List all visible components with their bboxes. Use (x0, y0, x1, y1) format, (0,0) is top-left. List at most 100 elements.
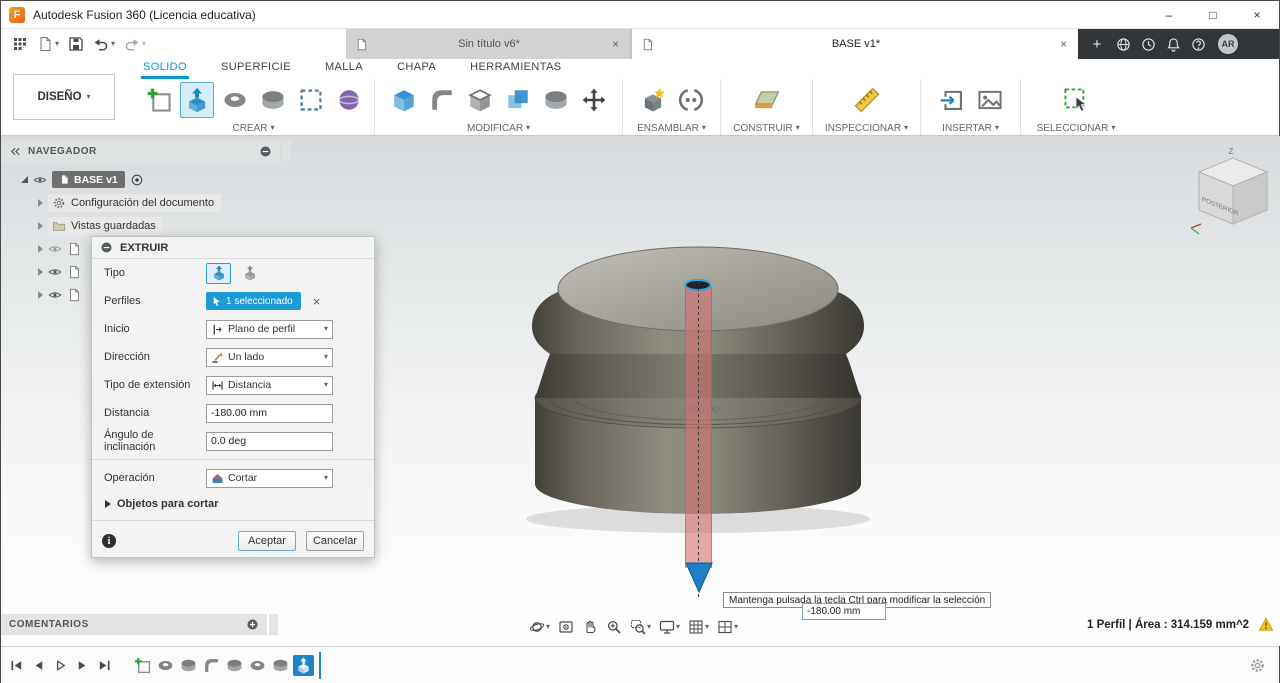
maximize-button[interactable]: □ (1191, 1, 1235, 29)
distance-input[interactable] (206, 403, 333, 423)
warning-icon[interactable] (1258, 617, 1274, 632)
feature-5[interactable] (247, 655, 268, 676)
user-avatar[interactable]: AR (1218, 34, 1238, 54)
notifications-button[interactable] (1166, 37, 1181, 52)
collapsed-caret-icon[interactable] (38, 267, 43, 276)
look-at-button[interactable] (555, 616, 577, 638)
collapsed-caret-icon[interactable] (38, 290, 43, 299)
collapsed-caret-icon[interactable] (38, 244, 43, 253)
sweep-button[interactable] (256, 82, 290, 118)
extrude-drag-arrow[interactable] (685, 562, 713, 594)
step-forward-button[interactable] (73, 656, 92, 675)
tree-row-document-settings[interactable]: Configuración del documento (1, 191, 291, 214)
timeline-settings-button[interactable] (1249, 657, 1266, 674)
group-label-construir[interactable]: CONSTRUIR ▾ (733, 121, 799, 135)
offset-face-button[interactable] (539, 82, 573, 118)
collapse-dialog-icon[interactable] (100, 241, 113, 254)
tree-row-root[interactable]: BASE v1 (1, 168, 291, 191)
tree-row-saved-views[interactable]: Vistas guardadas (1, 214, 291, 237)
expanded-caret-icon[interactable] (21, 176, 28, 183)
minimize-button[interactable]: – (1147, 1, 1191, 29)
doc-tab-sin-titulo[interactable]: Sin título v6* × (346, 29, 631, 59)
construction-plane-button[interactable] (750, 82, 784, 118)
visibility-eye-icon[interactable] (48, 242, 62, 256)
step-back-button[interactable] (29, 656, 48, 675)
group-label-crear[interactable]: CREAR ▾ (232, 121, 274, 135)
pan-button[interactable] (579, 616, 601, 638)
redo-button[interactable]: ▾ (121, 32, 149, 56)
grid-snaps-button[interactable]: ▾ (685, 616, 712, 638)
ribbon-tab-malla[interactable]: MALLA (323, 59, 365, 79)
create-form-button[interactable] (332, 82, 366, 118)
app-menu-button[interactable] (9, 32, 31, 56)
profiles-selected-chip[interactable]: 1 seleccionado (206, 292, 301, 310)
tab-close-icon[interactable]: × (1058, 37, 1069, 51)
visibility-eye-icon[interactable] (48, 265, 62, 279)
direction-dropdown[interactable]: Un lado ▾ (206, 347, 333, 367)
play-button[interactable] (51, 656, 70, 675)
extent-type-dropdown[interactable]: Distancia ▾ (206, 375, 333, 395)
taper-angle-input[interactable] (206, 431, 333, 451)
extrude-button[interactable] (179, 82, 214, 118)
go-to-start-button[interactable] (7, 656, 26, 675)
feature-fillet[interactable] (201, 655, 222, 676)
display-settings-button[interactable]: ▾ (656, 616, 683, 638)
help-button[interactable] (1191, 37, 1206, 52)
ribbon-tab-solido[interactable]: SOLIDO (141, 59, 189, 79)
panel-resize-handle[interactable] (269, 614, 278, 635)
visibility-eye-icon[interactable] (48, 288, 62, 302)
viewcube[interactable]: Z POSTERIOR (1181, 144, 1280, 239)
tab-close-icon[interactable]: × (610, 37, 621, 51)
feature-revolve[interactable] (155, 655, 176, 676)
new-tab-button[interactable]: + (1088, 36, 1106, 53)
workspace-selector[interactable]: DISEÑO ▾ (13, 74, 115, 120)
collapsed-caret-icon[interactable] (38, 221, 43, 230)
group-label-inspeccionar[interactable]: INSPECCIONAR ▾ (825, 121, 908, 135)
circle-plus-icon[interactable] (246, 618, 259, 631)
group-label-insertar[interactable]: INSERTAR ▾ (942, 121, 999, 135)
accept-button[interactable]: Aceptar (238, 531, 296, 551)
clear-selection-icon[interactable]: × (313, 294, 321, 309)
collapse-panel-icon[interactable] (9, 145, 22, 158)
feature-4[interactable] (224, 655, 245, 676)
panel-resize-handle[interactable] (282, 141, 291, 162)
type-thin-extrude-toggle[interactable] (237, 263, 262, 284)
root-component-chip[interactable]: BASE v1 (52, 171, 125, 188)
job-status-button[interactable] (1141, 37, 1156, 52)
feature-sketch[interactable] (132, 655, 153, 676)
viewport-3d[interactable]: -180.00 Z POSTERIOR (1, 136, 1280, 646)
info-icon[interactable]: i (102, 534, 116, 548)
orbit-button[interactable]: ▾ (526, 616, 553, 638)
revolve-button[interactable] (218, 82, 252, 118)
collapsed-caret-icon[interactable] (38, 198, 43, 207)
pattern-button[interactable] (294, 82, 328, 118)
undo-button[interactable]: ▾ (90, 32, 118, 56)
start-dropdown[interactable]: Plano de perfil ▾ (206, 319, 333, 339)
extrude-preview[interactable] (684, 279, 713, 598)
feature-extrude-editing[interactable] (293, 655, 314, 676)
dimension-value-box[interactable]: -180.00 mm (802, 603, 886, 620)
new-component-button[interactable] (636, 82, 670, 118)
circle-minus-icon[interactable] (259, 145, 272, 158)
close-button[interactable]: × (1235, 1, 1279, 29)
group-label-ensamblar[interactable]: ENSAMBLAR ▾ (637, 121, 706, 135)
ribbon-tab-herramientas[interactable]: HERRAMIENTAS (468, 59, 563, 79)
create-sketch-button[interactable] (142, 82, 176, 118)
ribbon-tab-chapa[interactable]: CHAPA (395, 59, 438, 79)
dialog-header[interactable]: EXTRUIR (92, 237, 374, 259)
doc-tab-base-v1[interactable]: BASE v1* × (631, 29, 1078, 59)
group-label-modificar[interactable]: MODIFICAR ▾ (467, 121, 530, 135)
save-button[interactable] (65, 32, 87, 56)
fit-button[interactable]: ▾ (627, 616, 654, 638)
operation-dropdown[interactable]: Cortar ▾ (206, 468, 333, 488)
canvas-button[interactable] (973, 82, 1007, 118)
insert-derive-button[interactable] (935, 82, 969, 118)
combine-button[interactable] (501, 82, 535, 118)
feature-2[interactable] (178, 655, 199, 676)
move-copy-button[interactable] (577, 82, 611, 118)
group-label-seleccionar[interactable]: SELECCIONAR ▾ (1037, 121, 1116, 135)
extensions-button[interactable] (1116, 37, 1131, 52)
type-extrude-toggle[interactable] (206, 262, 231, 284)
fillet-button[interactable] (425, 82, 459, 118)
file-menu-button[interactable]: ▾ (34, 32, 62, 56)
